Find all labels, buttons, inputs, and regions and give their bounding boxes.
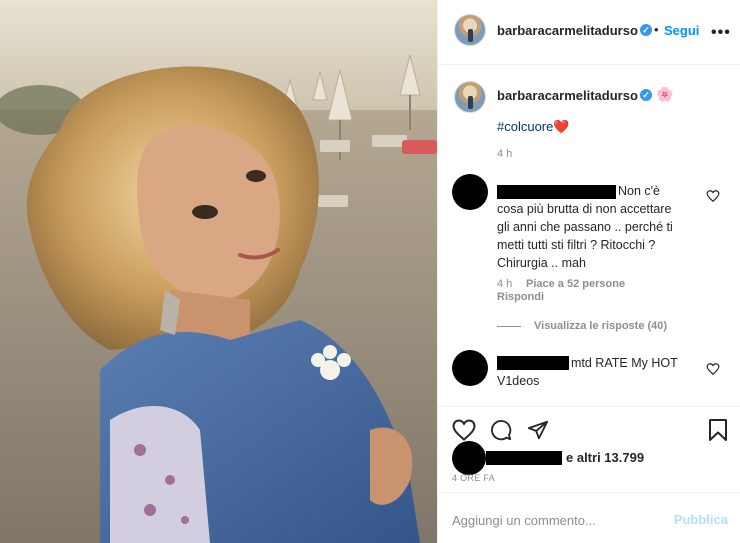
reply-button[interactable]: Rispondi (497, 291, 544, 303)
comment-like-heart-icon[interactable] (706, 362, 720, 376)
comment-bubble-icon[interactable] (489, 419, 513, 441)
comment-text-line: V1deos (497, 374, 540, 388)
header-username[interactable]: barbaracarmelitadurso (497, 23, 638, 38)
comment-text-line: gli anni che passano .. perché ti (497, 220, 673, 234)
commenter-avatar[interactable] (452, 174, 488, 210)
publish-button[interactable]: Pubblica (674, 512, 728, 527)
caption-author-avatar[interactable] (454, 81, 486, 113)
caption-time[interactable]: 4 h (497, 148, 512, 160)
post-details-panel: barbaracarmelitadurso ✓ • Segui ••• barb… (437, 0, 740, 543)
comment-input[interactable] (452, 509, 667, 531)
redacted-username (497, 356, 569, 370)
save-bookmark-icon[interactable] (707, 418, 729, 442)
verified-badge-icon: ✓ (640, 24, 652, 36)
red-heart-emoji: ❤️ (553, 119, 570, 134)
flower-emoji: 🌸 (656, 86, 674, 102)
post-photo[interactable] (0, 0, 437, 543)
redacted-liker-name (486, 451, 562, 465)
commenter-avatar[interactable] (452, 350, 488, 386)
photo-illustration (0, 0, 437, 543)
view-replies-button[interactable]: Visualizza le risposte (40) (534, 320, 667, 332)
header-divider (438, 64, 740, 65)
comment-text-line: mtd RATE My HOT (571, 356, 678, 370)
comment-text-line: metti tutti sti filtri ? Ritocchi ? (497, 238, 656, 252)
replies-line (497, 326, 521, 327)
comment-likes-count[interactable]: Piace a 52 persone (526, 278, 625, 290)
hashtag-link[interactable]: #colcuore❤️ (497, 119, 570, 135)
like-heart-icon[interactable] (452, 419, 476, 441)
header-separator: • (654, 22, 659, 37)
actions-divider (438, 406, 740, 407)
post-time[interactable]: 4 ORE FA (452, 473, 495, 483)
share-paper-plane-icon[interactable] (526, 419, 550, 441)
caption-username[interactable]: barbaracarmelitadurso (497, 88, 638, 103)
comment-text-line: Chirurgia .. mah (497, 256, 586, 270)
redacted-username (497, 185, 616, 199)
comment-time[interactable]: 4 h (497, 278, 512, 290)
likes-count[interactable]: e altri 13.799 (566, 450, 644, 465)
comment-text-line: cosa più brutta di non accettare (497, 202, 672, 216)
composer-divider (438, 492, 740, 493)
comment-text-line: Non c'è (618, 184, 660, 198)
follow-button[interactable]: Segui (664, 23, 699, 38)
liker-avatar[interactable] (452, 441, 486, 475)
author-avatar[interactable] (454, 14, 486, 46)
more-options-icon[interactable]: ••• (711, 24, 731, 42)
comment-like-heart-icon[interactable] (706, 189, 720, 203)
caption-verified-badge-icon: ✓ (640, 89, 652, 101)
